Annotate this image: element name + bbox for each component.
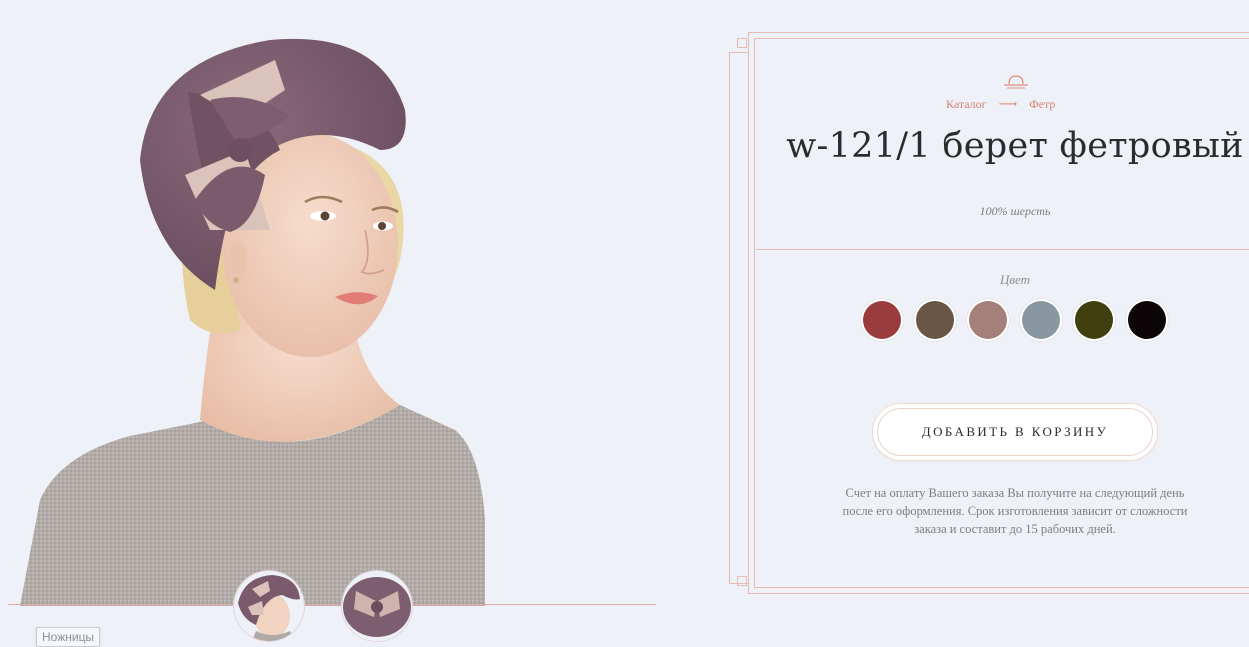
swatch-fill (1128, 301, 1166, 339)
breadcrumb: Каталог ⟶ Фетр (946, 96, 1055, 112)
frame-side-bracket (729, 52, 748, 584)
breadcrumb-catalog-link[interactable]: Каталог (946, 97, 987, 112)
product-title: w-121/1 берет фетровый (786, 126, 1244, 166)
swatch-fill (863, 301, 901, 339)
color-swatch-grey-blue[interactable] (1020, 299, 1062, 341)
arrow-right-icon: ⟶ (998, 96, 1018, 111)
order-note: Счет на оплату Вашего заказа Вы получите… (842, 486, 1188, 536)
thumbnail-front[interactable] (234, 571, 304, 641)
swatch-fill (1075, 301, 1113, 339)
color-swatch-olive[interactable] (1073, 299, 1115, 341)
product-material: 100% шерсть (979, 204, 1051, 218)
add-to-cart-button[interactable]: ДОБАВИТЬ В КОРЗИНУ (873, 404, 1157, 460)
scissors-tooltip: Ножницы (36, 627, 101, 647)
swatch-fill (1022, 301, 1060, 339)
add-to-cart-label: ДОБАВИТЬ В КОРЗИНУ (877, 408, 1153, 456)
frame-corner-top (737, 38, 747, 48)
color-swatch-red[interactable] (861, 299, 903, 341)
breadcrumb-current-link[interactable]: Фетр (1029, 97, 1055, 112)
section-divider (756, 249, 1249, 250)
swatch-fill (969, 301, 1007, 339)
color-swatch-rose[interactable] (967, 299, 1009, 341)
hat-logo-icon (1003, 74, 1029, 90)
image-divider (8, 604, 656, 605)
color-swatch-brown[interactable] (914, 299, 956, 341)
swatch-fill (916, 301, 954, 339)
product-main-image (0, 0, 660, 606)
color-swatch-black[interactable] (1126, 299, 1168, 341)
thumbnail-side[interactable] (342, 571, 412, 641)
color-label: Цвет (999, 272, 1031, 287)
color-swatches (861, 299, 1168, 341)
